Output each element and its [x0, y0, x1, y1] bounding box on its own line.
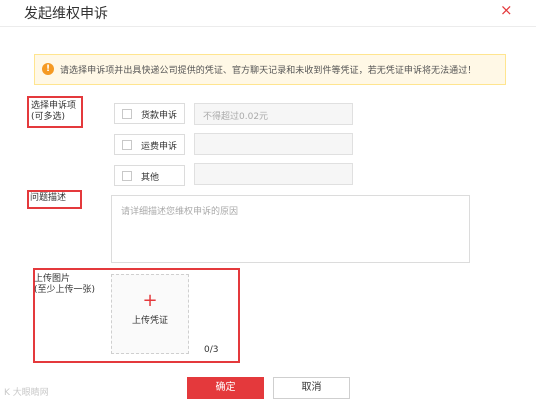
- close-icon[interactable]: ×: [500, 1, 513, 19]
- upload-button-label: 上传凭证: [131, 316, 168, 326]
- items-label: 选择申诉项 (可多选): [31, 101, 76, 123]
- checkbox-box[interactable]: [122, 171, 132, 181]
- checkbox-box[interactable]: [122, 109, 132, 119]
- shipping-amount-input[interactable]: [194, 133, 353, 155]
- description-textarea[interactable]: 请详细描述您维权申诉的原因: [111, 195, 470, 263]
- upload-label: 上传图片 (至少上传一张): [34, 274, 95, 296]
- upload-count: 0/3: [204, 345, 219, 355]
- items-label-line2: (可多选): [31, 112, 66, 122]
- goods-amount-input[interactable]: 不得超过0.02元: [194, 103, 353, 125]
- cancel-button[interactable]: 取消: [273, 377, 350, 399]
- upload-button[interactable]: + 上传凭证: [111, 274, 189, 354]
- other-amount-input[interactable]: [194, 163, 353, 185]
- alert-text: 请选择申诉项并出具快递公司提供的凭证、官方聊天记录和未收到件等凭证，若无凭证申诉…: [60, 66, 477, 76]
- checkbox-box[interactable]: [122, 140, 132, 150]
- watermark: K 大眼睛网: [4, 388, 49, 398]
- checkbox-label: 其他: [141, 173, 160, 183]
- warning-alert: ! 请选择申诉项并出具快递公司提供的凭证、官方聊天记录和未收到件等凭证，若无凭证…: [34, 54, 506, 85]
- checkbox-shipping-appeal[interactable]: 运费申诉: [114, 134, 185, 155]
- warning-icon: !: [42, 63, 54, 75]
- checkbox-label: 运费申诉: [141, 142, 178, 152]
- items-label-line1: 选择申诉项: [31, 101, 77, 111]
- upload-label-line2: (至少上传一张): [34, 285, 96, 295]
- dialog-title: 发起维权申诉: [24, 6, 108, 22]
- plus-icon: +: [142, 290, 158, 311]
- description-label: 问题描述: [30, 193, 67, 203]
- confirm-button[interactable]: 确定: [187, 377, 264, 399]
- upload-label-line1: 上传图片: [34, 274, 71, 284]
- dialog-header: 发起维权申诉 ×: [0, 0, 536, 27]
- checkbox-other[interactable]: 其他: [114, 165, 185, 186]
- checkbox-goods-appeal[interactable]: 货款申诉: [114, 103, 185, 124]
- checkbox-label: 货款申诉: [141, 111, 178, 121]
